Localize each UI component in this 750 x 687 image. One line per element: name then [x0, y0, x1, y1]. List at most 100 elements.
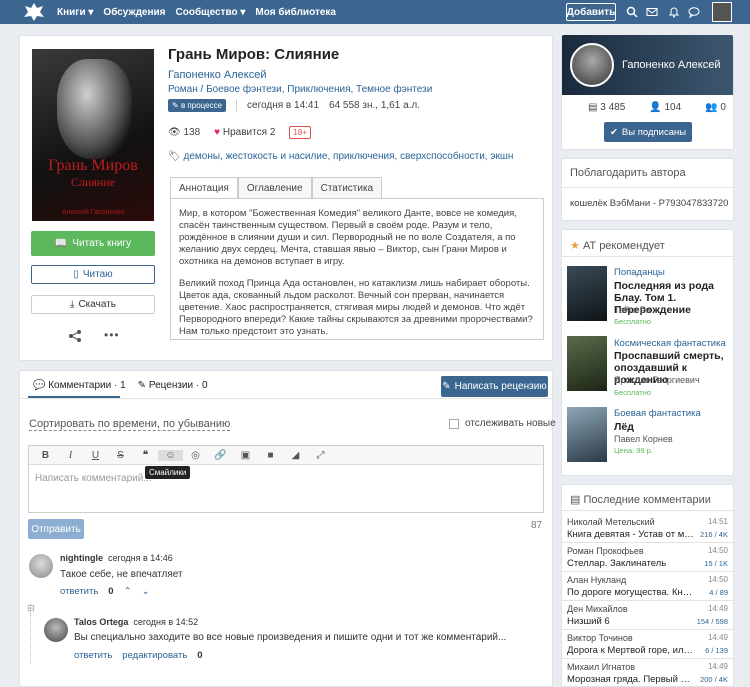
latest-time: 14:49 [707, 604, 728, 613]
comment-author[interactable]: nightingle [60, 553, 103, 563]
eraser-icon[interactable]: ◢ [283, 450, 308, 461]
latest-time: 14:49 [707, 662, 728, 671]
track-new-checkbox[interactable]: отслеживать новые [449, 418, 556, 429]
author-name[interactable]: Гапоненко Алексей [622, 59, 720, 71]
bell-icon[interactable] [668, 6, 680, 18]
add-button[interactable]: Добавить [566, 3, 616, 21]
edit-link[interactable]: редактировать [122, 650, 187, 661]
arrow-up-icon[interactable]: ⌃ [124, 586, 132, 597]
write-review-button[interactable]: ✎ Написать рецензию [441, 376, 548, 397]
recommend-cover[interactable] [567, 336, 607, 391]
comment-score: 0 [197, 650, 203, 661]
latest-book[interactable]: Стеллар. Заклинатель [567, 558, 695, 569]
followers-count[interactable]: 👤 104 [649, 102, 681, 113]
quote-icon[interactable]: ❝ [133, 450, 158, 461]
read-book-button[interactable]: 📖 Читать книгу [31, 231, 155, 256]
author-banner[interactable]: Гапоненко Алексей [562, 35, 733, 95]
annotation-paragraph: Великий поход Принца Ада остановлен, но … [179, 278, 533, 337]
cover-title: Грань Миров [48, 157, 138, 174]
active-tab-indicator [28, 396, 120, 398]
recommend-cover[interactable] [567, 266, 607, 321]
send-button[interactable]: Отправить [28, 519, 84, 539]
more-icon[interactable]: ••• [104, 328, 120, 342]
author-link[interactable]: Гапоненко Алексей [168, 69, 266, 81]
bold-icon[interactable]: B [33, 450, 58, 461]
latest-time: 14:49 [707, 633, 728, 642]
tags-list[interactable]: демоны, жестокость и насилие, приключени… [183, 151, 513, 162]
book-cover[interactable]: Грань Миров Слияние Алексей Гапоненко [32, 49, 154, 221]
latest-book[interactable]: Дорога к Мертвой горе, или Сн... [567, 645, 695, 656]
latest-user[interactable]: Виктор Точинов [567, 633, 633, 643]
arrow-down-icon[interactable]: ⌄ [142, 586, 150, 597]
spoiler-icon[interactable]: ◎ [183, 450, 208, 461]
recommend-genre[interactable]: Попаданцы [614, 267, 665, 278]
nav-library[interactable]: Моя библиотека [255, 7, 336, 18]
smiley-icon[interactable]: ☺ [158, 449, 183, 461]
latest-user[interactable]: Алан Нукланд [567, 575, 626, 585]
nav-community[interactable]: Сообщество ▾ [176, 7, 246, 18]
site-logo-icon[interactable] [22, 2, 46, 22]
collapse-icon[interactable]: ⊟ [27, 603, 35, 614]
fullscreen-icon[interactable]: ⤢ [308, 450, 333, 461]
latest-book[interactable]: Морозная гряда. Первый поис [567, 674, 695, 685]
chat-icon[interactable] [688, 6, 700, 18]
video-icon[interactable]: ■ [258, 450, 283, 461]
reply-link[interactable]: ответить [60, 586, 98, 597]
recommend-genre[interactable]: Космическая фантастика [614, 338, 726, 349]
user-avatar[interactable] [712, 2, 732, 22]
checkbox[interactable] [449, 418, 459, 429]
download-button[interactable]: ⤓ Скачать [31, 295, 155, 314]
reading-label: Читаю [82, 269, 113, 280]
italic-icon[interactable]: I [58, 450, 83, 461]
sort-selector[interactable]: Сортировать по времени, по убыванию [29, 418, 231, 431]
annotation-paragraph: Мир, в котором "Божественная Комедия" ве… [179, 208, 517, 267]
tab-comments[interactable]: 💬 Комментарии · 1 [33, 380, 126, 391]
tab-annotation[interactable]: Аннотация [170, 177, 238, 199]
reading-button[interactable]: ▯ Читаю [31, 265, 155, 284]
comment-header: Talos Ortega сегодня в 14:52 [74, 617, 198, 627]
reply-link[interactable]: ответить [74, 650, 112, 661]
tab-statistics[interactable]: Статистика [311, 177, 383, 199]
latest-book[interactable]: Низший 6 [567, 616, 695, 627]
comment-score: 0 [108, 586, 114, 597]
avatar[interactable] [29, 554, 53, 578]
recommend-genre[interactable]: Боевая фантастика [614, 408, 701, 419]
recommend-author[interactable]: Павел Корнев [614, 434, 673, 444]
latest-book[interactable]: По дороге могущества. Книга ч... [567, 587, 695, 598]
nav-discussions[interactable]: Обсуждения [103, 7, 165, 18]
image-icon[interactable]: ▣ [233, 450, 258, 461]
search-icon[interactable] [626, 6, 638, 18]
tab-reviews[interactable]: ✎ Рецензии · 0 [138, 380, 208, 391]
subscribed-button[interactable]: ✔ Вы подписаны [604, 122, 692, 142]
download-label: Скачать [78, 299, 116, 310]
books-count[interactable]: ▤ 3 485 [588, 102, 625, 113]
underline-icon[interactable]: U [83, 450, 108, 461]
recommend-author[interactable]: Ярослав Георгиевич [614, 375, 700, 385]
comment-time: сегодня в 14:52 [133, 617, 199, 627]
divider [562, 629, 733, 630]
recommend-author[interactable]: Тайга Ри [614, 305, 651, 315]
latest-user[interactable]: Николай Метельский [567, 517, 655, 527]
nav-books[interactable]: Книги ▾ [57, 7, 93, 18]
tab-contents[interactable]: Оглавление [237, 177, 312, 199]
link-icon[interactable]: 🔗 [208, 450, 233, 461]
like-button[interactable]: ♥ Нравится 2 [214, 127, 275, 138]
latest-user[interactable]: Роман Прокофьев [567, 546, 644, 556]
comment-input[interactable]: Написать комментарий... [29, 465, 543, 492]
author-avatar[interactable] [570, 43, 614, 87]
latest-user[interactable]: Ден Михайлов [567, 604, 628, 614]
comment-author[interactable]: Talos Ortega [74, 617, 128, 627]
share-icon[interactable] [68, 329, 82, 343]
avatar[interactable] [44, 618, 68, 642]
genres-link[interactable]: Роман / Боевое фэнтези, Приключения, Тем… [168, 84, 432, 95]
recommend-cover[interactable] [567, 407, 607, 462]
tags: 🏷 демоны, жестокость и насилие, приключе… [168, 151, 513, 162]
latest-book[interactable]: Книга девятая - Устав от масок [567, 529, 695, 540]
cover-subtitle: Слияние [70, 175, 116, 189]
strikethrough-icon[interactable]: S [108, 450, 133, 461]
latest-user[interactable]: Михаил Игнатов [567, 662, 635, 672]
mail-icon[interactable] [646, 6, 658, 18]
latest-time: 14:50 [707, 575, 728, 584]
recommend-title[interactable]: Лёд [614, 421, 732, 433]
following-count[interactable]: 👥 0 [705, 102, 726, 113]
